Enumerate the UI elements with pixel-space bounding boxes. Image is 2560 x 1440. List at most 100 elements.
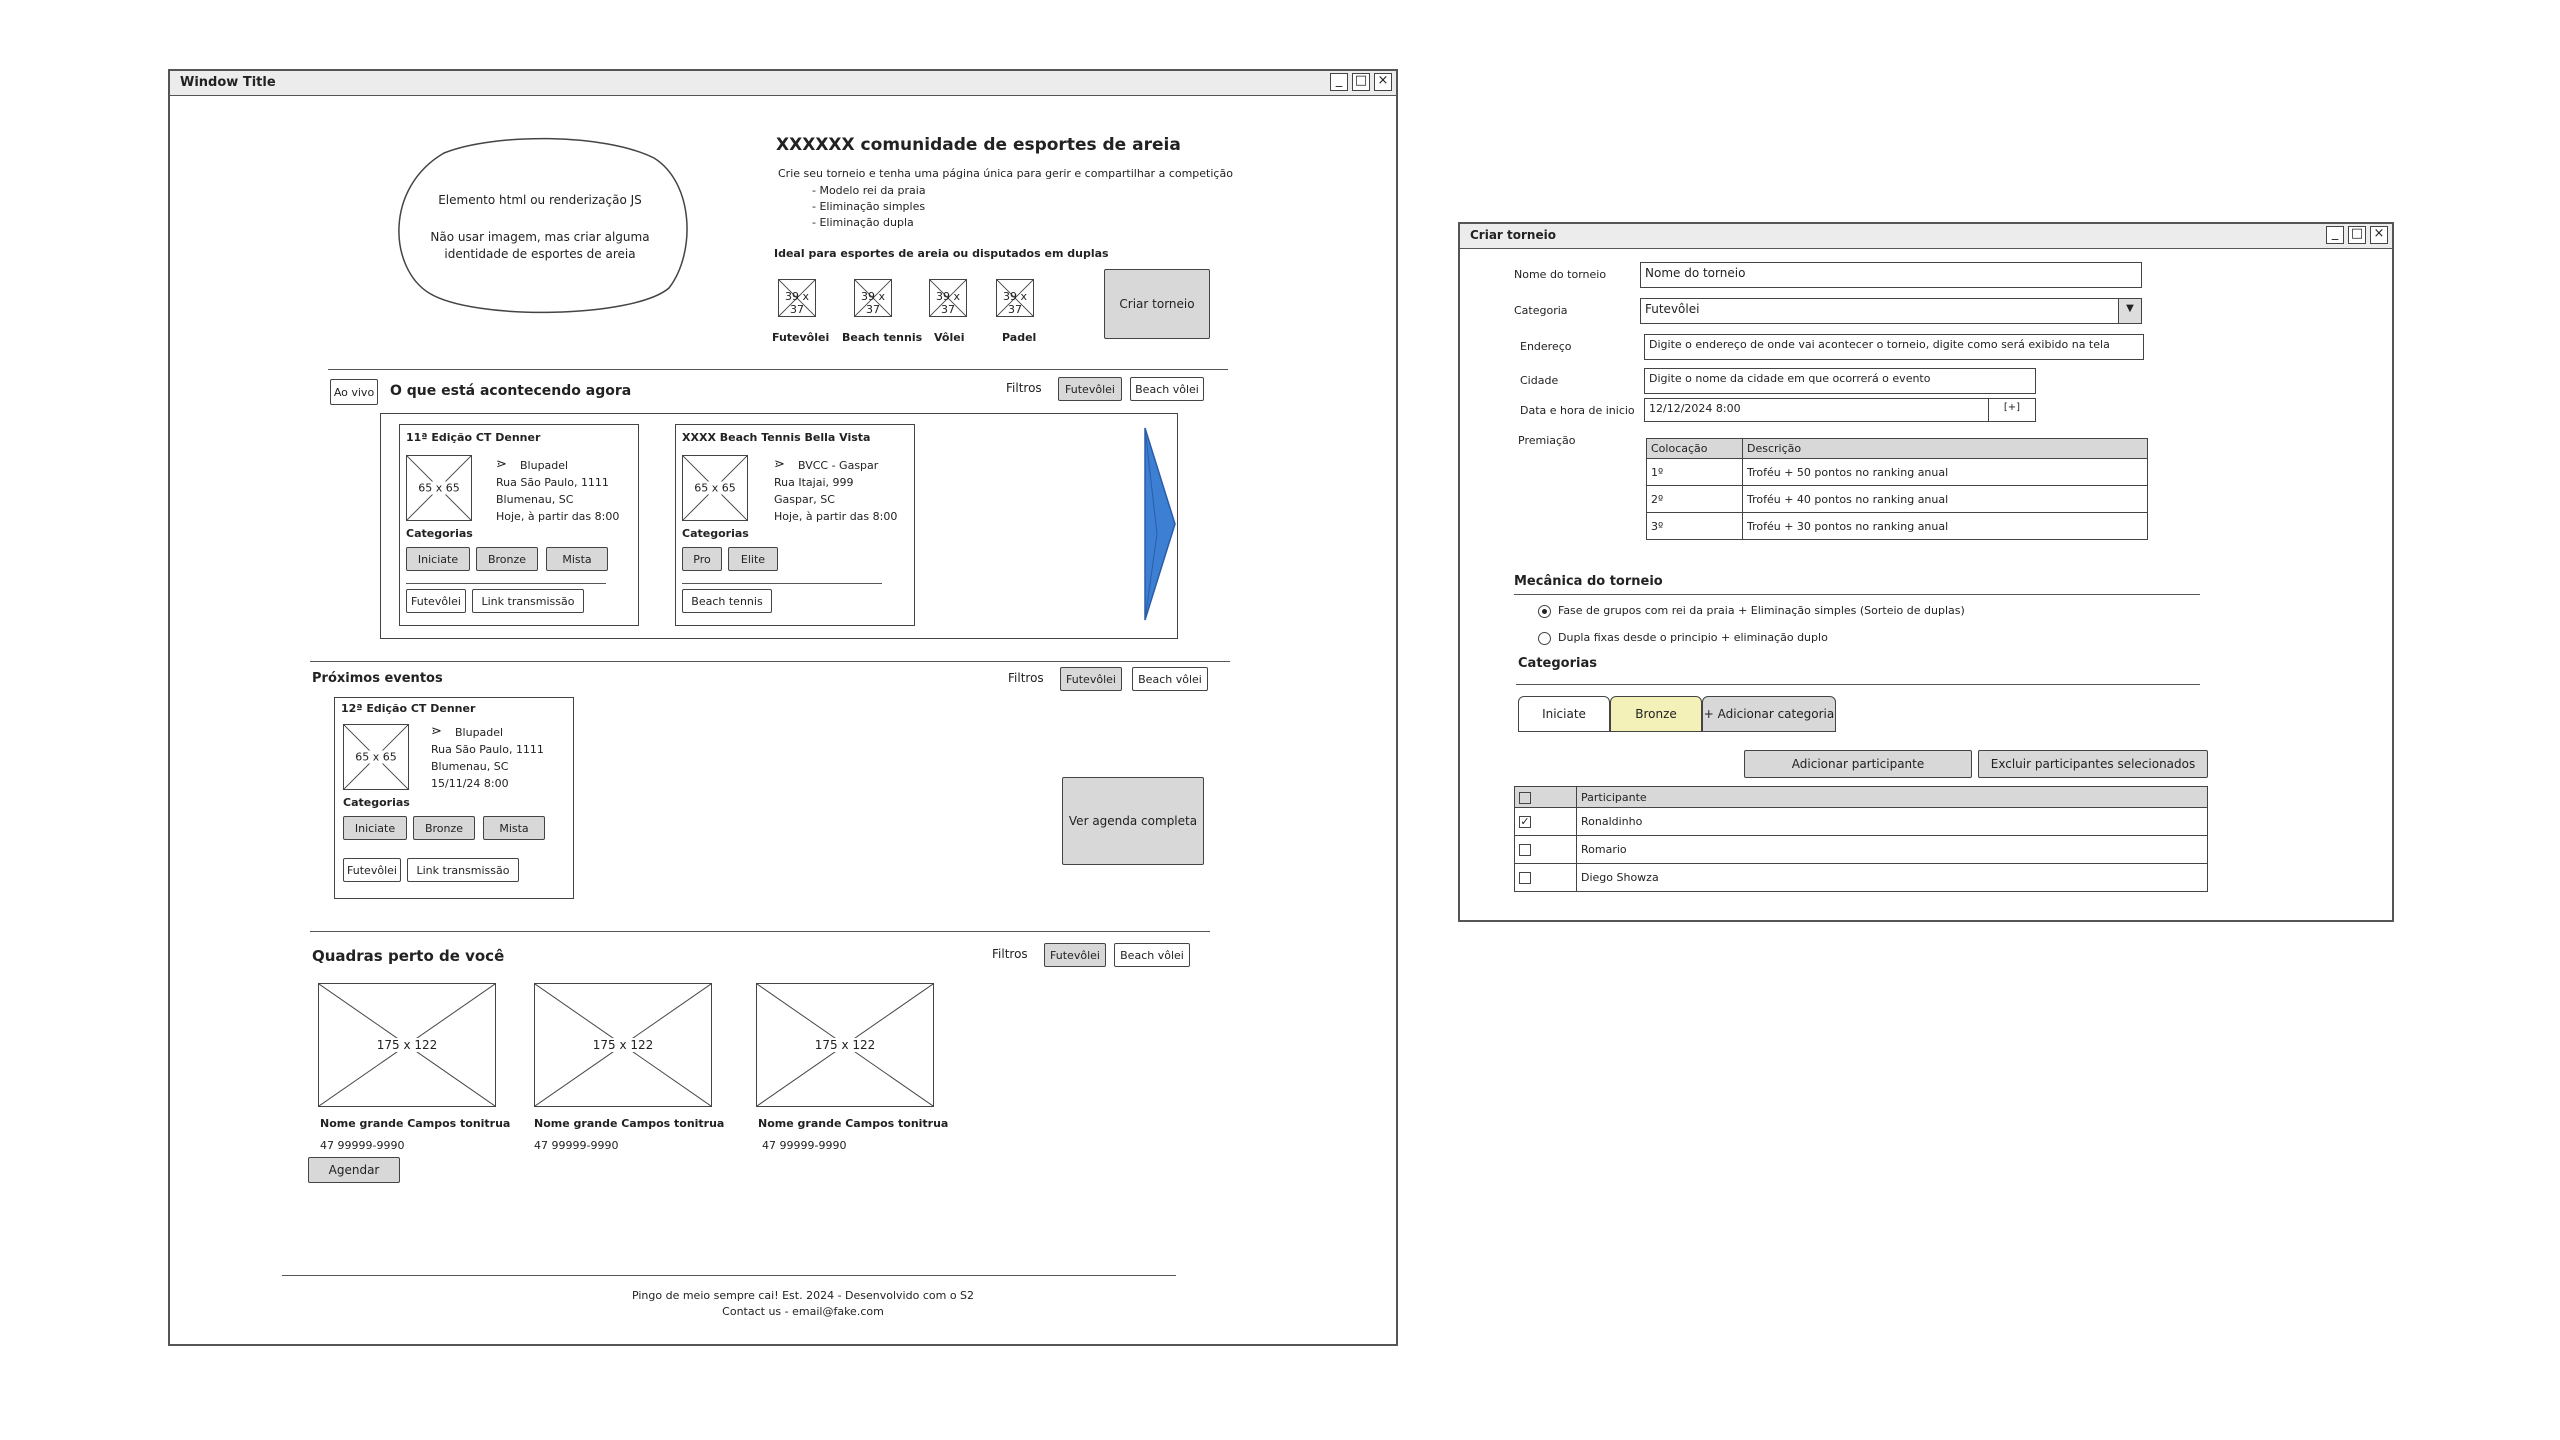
- event-title: 11ª Edição CT Denner: [406, 431, 541, 444]
- hero-bullet: - Eliminação dupla: [812, 216, 914, 229]
- select-all-checkbox[interactable]: [1519, 791, 1531, 804]
- table-row[interactable]: ✓ Ronaldinho: [1514, 807, 2208, 836]
- tab-iniciate[interactable]: Iniciate: [1518, 696, 1610, 732]
- categories-label: Categorias: [343, 796, 410, 809]
- sport-icon-beach-tennis[interactable]: 39 x 37: [854, 279, 892, 317]
- stream-link[interactable]: Link transmissão: [472, 589, 584, 613]
- row-check-cell[interactable]: [1514, 863, 1577, 892]
- minimize-icon[interactable]: _: [2326, 226, 2344, 244]
- tournament-name-input[interactable]: Nome do torneio: [1640, 262, 2142, 288]
- category-chip[interactable]: Elite: [728, 547, 778, 571]
- event-image: 65 x 65: [682, 455, 748, 521]
- create-tournament-button[interactable]: Criar torneio: [1104, 269, 1210, 339]
- table-row[interactable]: 1º Troféu + 50 pontos no ranking anual: [1646, 458, 2148, 486]
- court-name: Nome grande Campos tonitrua: [758, 1117, 949, 1130]
- divider: [406, 583, 606, 584]
- event-time: Hoje, à partir das 8:00: [496, 510, 620, 523]
- cell-place[interactable]: 3º: [1646, 512, 1743, 540]
- table-header-row: Participante: [1514, 786, 2208, 808]
- cell-description[interactable]: Troféu + 40 pontos no ranking anual: [1742, 485, 2148, 513]
- minimize-icon[interactable]: _: [1330, 73, 1348, 91]
- sport-icon-volei[interactable]: 39 x 37: [929, 279, 967, 317]
- hero-description: Crie seu torneio e tenha uma página únic…: [778, 167, 1233, 180]
- court-image[interactable]: 175 x 122: [534, 983, 712, 1107]
- upcoming-section-title: Próximos eventos: [312, 671, 443, 686]
- close-icon[interactable]: ×: [2370, 226, 2388, 244]
- category-chip[interactable]: Mista: [483, 816, 545, 840]
- participants-table: Participante ✓ Ronaldinho Romario Diego …: [1514, 786, 2208, 892]
- court-phone: 47 99999-9990: [534, 1139, 619, 1152]
- filter-futevolei[interactable]: Futevôlei: [1044, 943, 1106, 967]
- schedule-button[interactable]: Agendar: [308, 1157, 400, 1183]
- event-venue: BVCC - Gaspar: [798, 459, 879, 472]
- filter-beach-volei[interactable]: Beach vôlei: [1132, 667, 1208, 691]
- prize-label: Premiação: [1518, 434, 1576, 447]
- chevron-down-icon[interactable]: ▼: [2118, 299, 2141, 323]
- table-row[interactable]: 2º Troféu + 40 pontos no ranking anual: [1646, 485, 2148, 513]
- event-card[interactable]: 12ª Edição CT Denner 65 x 65 ⋗ Blupadel …: [334, 697, 574, 899]
- mechanics-title: Mecânica do torneio: [1514, 574, 1663, 589]
- maximize-icon[interactable]: □: [1352, 73, 1370, 91]
- sport-icon-padel[interactable]: 39 x 37: [996, 279, 1034, 317]
- category-chip[interactable]: Mista: [546, 547, 608, 571]
- add-participant-button[interactable]: Adicionar participante: [1744, 750, 1972, 778]
- maximize-icon[interactable]: □: [2348, 226, 2366, 244]
- event-address: Rua São Paulo, 1111: [496, 476, 609, 489]
- row-checkbox[interactable]: ✓: [1519, 816, 1531, 828]
- event-card[interactable]: 11ª Edição CT Denner 65 x 65 ⋗ Blupadel …: [399, 424, 639, 626]
- sport-icon-futevolei[interactable]: 39 x 37: [778, 279, 816, 317]
- row-check-cell[interactable]: [1514, 835, 1577, 864]
- event-address: Rua Itajai, 999: [774, 476, 854, 489]
- court-image[interactable]: 175 x 122: [756, 983, 934, 1107]
- city-input[interactable]: Digite o nome da cidade em que ocorrerá …: [1644, 368, 2036, 394]
- remove-selected-button[interactable]: Excluir participantes selecionados: [1978, 750, 2208, 778]
- hero-bullet: - Eliminação simples: [812, 200, 926, 213]
- filter-futevolei[interactable]: Futevôlei: [1058, 377, 1122, 401]
- radio-groups-king[interactable]: [1538, 605, 1551, 618]
- full-agenda-button[interactable]: Ver agenda completa: [1062, 777, 1204, 865]
- select-all-cell[interactable]: [1514, 786, 1577, 808]
- row-checkbox[interactable]: [1519, 844, 1531, 856]
- address-input[interactable]: Digite o endereço de onde vai acontecer …: [1644, 334, 2144, 360]
- row-check-cell[interactable]: ✓: [1514, 807, 1577, 836]
- row-checkbox[interactable]: [1519, 872, 1531, 884]
- category-select-value: Futevôlei: [1645, 302, 1700, 316]
- close-icon[interactable]: ×: [1374, 73, 1392, 91]
- divider: [1514, 594, 2200, 595]
- cell-description[interactable]: Troféu + 50 pontos no ranking anual: [1742, 458, 2148, 486]
- carousel-next-arrow-icon[interactable]: [1143, 424, 1177, 624]
- table-row[interactable]: Romario: [1514, 835, 2208, 864]
- table-row[interactable]: 3º Troféu + 30 pontos no ranking anual: [1646, 512, 2148, 540]
- category-chip[interactable]: Bronze: [413, 816, 475, 840]
- category-chip[interactable]: Pro: [682, 547, 722, 571]
- event-time: 15/11/24 8:00: [431, 777, 509, 790]
- category-chip[interactable]: Iniciate: [406, 547, 470, 571]
- event-time: Hoje, à partir das 8:00: [774, 510, 898, 523]
- tab-bronze[interactable]: Bronze: [1610, 696, 1702, 732]
- court-image[interactable]: 175 x 122: [318, 983, 496, 1107]
- sport-label: Padel: [1002, 331, 1037, 344]
- filter-futevolei[interactable]: Futevôlei: [1060, 667, 1122, 691]
- category-chip[interactable]: Bronze: [476, 547, 538, 571]
- sport-tag: Futevôlei: [343, 858, 401, 882]
- event-image: 65 x 65: [343, 724, 409, 790]
- add-category-tab[interactable]: + Adicionar categoria: [1702, 696, 1836, 732]
- filter-beach-volei[interactable]: Beach vôlei: [1114, 943, 1190, 967]
- category-select[interactable]: Futevôlei ▼: [1640, 298, 2142, 324]
- column-header: Participante: [1576, 786, 2208, 808]
- calendar-icon[interactable]: [+]: [1988, 399, 2035, 421]
- event-card[interactable]: XXXX Beach Tennis Bella Vista 65 x 65 ⋗ …: [675, 424, 915, 626]
- category-chip[interactable]: Iniciate: [343, 816, 407, 840]
- divider: [682, 583, 882, 584]
- cell-place[interactable]: 2º: [1646, 485, 1743, 513]
- event-image: 65 x 65: [406, 455, 472, 521]
- cell-description[interactable]: Troféu + 30 pontos no ranking anual: [1742, 512, 2148, 540]
- hero-identity-blob: Elemento html ou renderização JS Não usa…: [384, 133, 696, 318]
- table-row[interactable]: Diego Showza: [1514, 863, 2208, 892]
- cell-place[interactable]: 1º: [1646, 458, 1743, 486]
- filter-beach-volei[interactable]: Beach vôlei: [1130, 377, 1204, 401]
- radio-fixed-doubles[interactable]: [1538, 632, 1551, 645]
- date-input[interactable]: 12/12/2024 8:00 [+]: [1644, 398, 2036, 422]
- city-label: Cidade: [1520, 374, 1559, 387]
- stream-link[interactable]: Link transmissão: [407, 858, 519, 882]
